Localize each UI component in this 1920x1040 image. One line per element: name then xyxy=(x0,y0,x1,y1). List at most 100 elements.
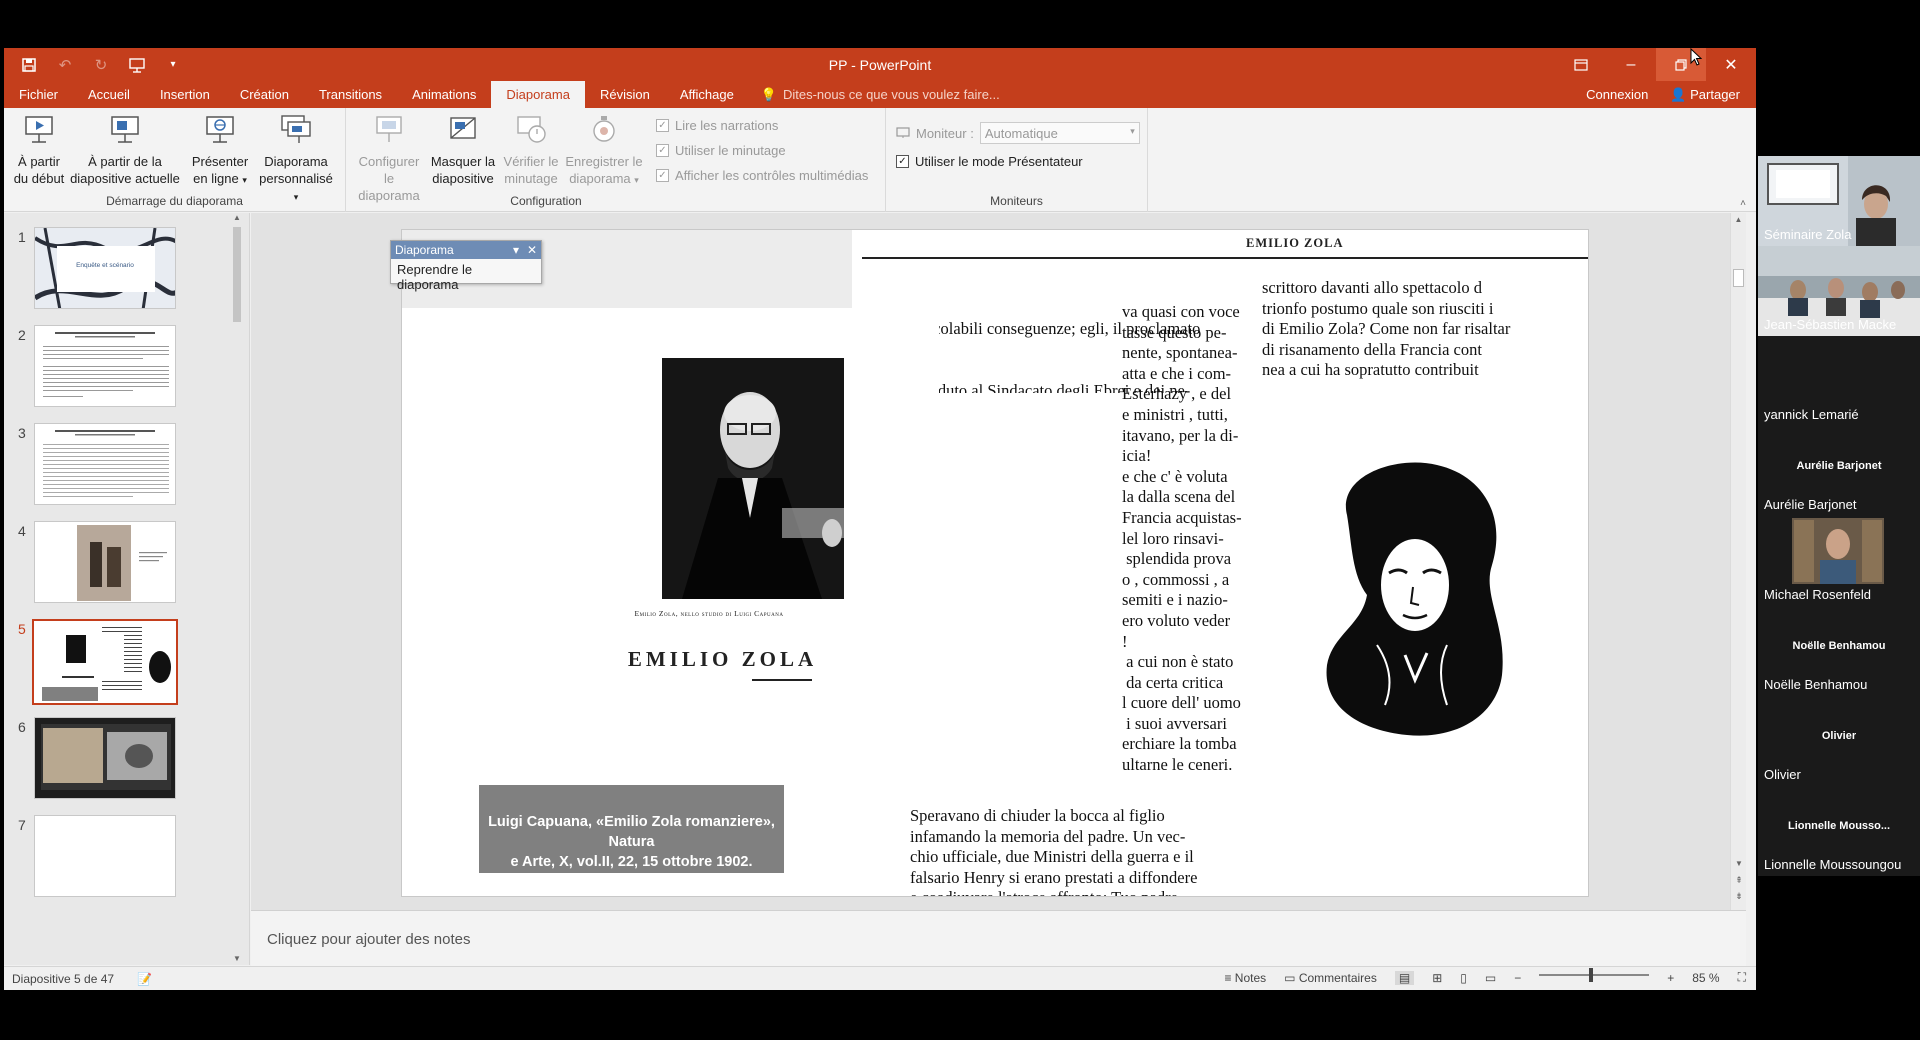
thumbnail-slide-3[interactable] xyxy=(34,423,176,505)
thumbnails-scrollbar[interactable]: ▲ ▼ xyxy=(231,213,243,965)
participant-tile[interactable]: Lionnelle Mousso... Lionnelle Moussoungo… xyxy=(1758,786,1920,876)
zoom-level[interactable]: 85 % xyxy=(1692,971,1719,985)
resume-slideshow-button[interactable]: Reprendre le diaporama xyxy=(391,259,541,295)
participant-tile[interactable]: Michael Rosenfeld xyxy=(1758,516,1920,606)
thumbnail-text-lines xyxy=(43,332,169,397)
play-narrations-checkbox[interactable]: ✓ Lire les narrations xyxy=(656,118,778,133)
setup-slideshow-button[interactable]: Configurer le diaporama xyxy=(352,114,426,204)
close-icon[interactable]: ✕ xyxy=(527,241,537,259)
editor-scrollbar[interactable]: ▲ ▼ ⇞ ⇟ xyxy=(1730,213,1746,910)
tab-diaporama[interactable]: Diaporama xyxy=(491,81,585,108)
show-media-controls-checkbox[interactable]: ✓ Afficher les contrôles multimédias xyxy=(656,168,868,183)
presenter-view-checkbox[interactable]: ✓ Utiliser le mode Présentateur xyxy=(896,154,1083,169)
slide-canvas[interactable]: EMILIO ZOLA calcolabili conseguenze; egl… xyxy=(401,229,1589,897)
fit-slide-icon[interactable]: ⛶ xyxy=(1738,970,1746,985)
participant-placeholder-name: Olivier xyxy=(1821,730,1857,742)
normal-view-icon[interactable]: ▤ xyxy=(1394,970,1415,985)
tab-creation[interactable]: Création xyxy=(225,81,304,108)
comments-toggle[interactable]: ▭ Commentaires xyxy=(1284,971,1377,985)
chevron-down-icon[interactable]: ▾ xyxy=(513,241,519,259)
zoom-in-icon[interactable]: + xyxy=(1667,971,1674,985)
floating-toolbar-header[interactable]: Diaporama ▾ ✕ xyxy=(391,241,541,259)
notes-pane[interactable]: Cliquez pour ajouter des notes xyxy=(251,910,1746,966)
tab-fichier[interactable]: Fichier xyxy=(4,81,73,108)
signin-link[interactable]: Connexion xyxy=(1586,87,1648,102)
tab-insertion[interactable]: Insertion xyxy=(145,81,225,108)
qat-customize-icon[interactable]: ▾ xyxy=(162,54,184,76)
thumbnail-number: 7 xyxy=(18,817,26,833)
use-timings-checkbox[interactable]: ✓ Utiliser le minutage xyxy=(656,143,786,158)
citation-caption-box[interactable]: Luigi Capuana, «Emilio Zola romanziere»,… xyxy=(479,785,784,873)
next-slide-icon[interactable]: ⇟ xyxy=(1731,891,1747,902)
spellcheck-icon[interactable]: 📝 xyxy=(137,972,152,986)
hide-slide-label-1: Masquer la xyxy=(430,154,496,169)
record-slideshow-button[interactable]: Enregistrer le diaporama ▾ xyxy=(564,114,644,189)
text-line: nente, spontanea- xyxy=(1122,343,1238,363)
rehearse-label-2: minutage xyxy=(504,171,558,186)
zoom-slider-thumb[interactable] xyxy=(1589,967,1594,982)
slide-sorter-icon[interactable]: ⊞ xyxy=(1432,971,1442,985)
share-button[interactable]: 👤 Partager xyxy=(1670,87,1740,103)
scroll-down-icon[interactable]: ▼ xyxy=(1731,859,1747,868)
participant-tile[interactable]: Jean-Sébastien Macke xyxy=(1758,246,1920,336)
participant-tile[interactable]: Olivier Olivier xyxy=(1758,696,1920,786)
participant-tile[interactable]: Aurélie Barjonet Aurélie Barjonet xyxy=(1758,426,1920,516)
save-icon[interactable] xyxy=(18,54,40,76)
previous-slide-icon[interactable]: ⇞ xyxy=(1731,875,1747,886)
hide-slide-label-2: diapositive xyxy=(432,171,494,186)
tab-affichage[interactable]: Affichage xyxy=(665,81,749,108)
tell-me-box[interactable]: 💡 Dites-nous ce que vous voulez faire... xyxy=(749,81,1000,108)
thumbnail-slide-4[interactable] xyxy=(34,521,176,603)
rehearse-timings-button[interactable]: Vérifier le minutage xyxy=(498,114,564,187)
thumbnail-slide-6[interactable] xyxy=(34,717,176,799)
column-a-bottom: Speravano di chiuder la bocca al figlio i… xyxy=(910,806,1198,896)
custom-show-button[interactable]: Diaporama personnalisé ▾ xyxy=(256,114,336,206)
undo-icon[interactable]: ↶ xyxy=(54,54,76,76)
thumbnail-slide-5[interactable] xyxy=(32,619,178,705)
slideshow-view-icon[interactable]: ▭ xyxy=(1485,971,1496,985)
from-beginning-button[interactable]: À partir du début xyxy=(8,114,70,187)
thumbnail-slide-7[interactable] xyxy=(34,815,176,897)
scroll-up-icon[interactable]: ▲ xyxy=(231,213,243,222)
ribbon-display-icon[interactable] xyxy=(1556,48,1606,81)
participant-tile[interactable]: yannick Lemarié xyxy=(1758,336,1920,426)
start-from-beginning-icon[interactable] xyxy=(126,54,148,76)
text-line: atta e che i com- xyxy=(1122,363,1232,383)
tab-transitions[interactable]: Transitions xyxy=(304,81,397,108)
scrollbar-thumb[interactable] xyxy=(1733,269,1744,287)
notes-toggle[interactable]: ≡ Notes xyxy=(1224,971,1266,985)
redo-icon[interactable]: ↻ xyxy=(90,54,112,76)
reading-view-icon[interactable]: ▯ xyxy=(1460,971,1467,985)
custom-show-label-2: personnalisé xyxy=(259,171,333,186)
scroll-up-icon[interactable]: ▲ xyxy=(1731,215,1746,224)
from-beginning-icon xyxy=(25,116,53,143)
scrollbar-thumb[interactable] xyxy=(233,227,241,322)
thumbnail-slide-2[interactable] xyxy=(34,325,176,407)
from-current-button[interactable]: À partir de la diapositive actuelle xyxy=(66,114,184,187)
close-icon[interactable]: ✕ xyxy=(1706,48,1756,81)
present-online-button[interactable]: Présenter en ligne ▾ xyxy=(190,114,250,189)
minimize-icon[interactable]: – xyxy=(1606,48,1656,81)
text-line: ! xyxy=(1122,631,1128,651)
hide-slide-button[interactable]: Masquer la diapositive xyxy=(428,114,498,187)
participant-tile[interactable]: Séminaire Zola xyxy=(1758,156,1920,246)
text-line: falsario Henry si erano prestati a diffo… xyxy=(910,867,1198,887)
participant-name: Noëlle Benhamou xyxy=(1764,677,1868,692)
zoom-out-icon[interactable]: − xyxy=(1514,971,1521,985)
floating-diaporama-toolbar[interactable]: Diaporama ▾ ✕ Reprendre le diaporama xyxy=(390,240,542,292)
text-line: Speravano di chiuder la bocca al figlio xyxy=(910,806,1165,825)
text-line: va quasi con voce xyxy=(1122,302,1240,321)
monitor-select[interactable]: Automatique ▾ xyxy=(979,122,1140,144)
tab-revision[interactable]: Révision xyxy=(585,81,665,108)
scroll-down-icon[interactable]: ▼ xyxy=(231,954,243,963)
tab-animations[interactable]: Animations xyxy=(397,81,491,108)
zola-portrait-image xyxy=(662,358,844,599)
mouse-cursor-icon xyxy=(1690,47,1703,69)
tab-accueil[interactable]: Accueil xyxy=(73,81,145,108)
zoom-slider[interactable] xyxy=(1539,967,1650,982)
ribbon-tabs: Fichier Accueil Insertion Création Trans… xyxy=(4,81,1756,108)
collapse-ribbon-icon[interactable]: ˄ xyxy=(1740,198,1746,209)
participant-tile[interactable]: Noëlle Benhamou Noëlle Benhamou xyxy=(1758,606,1920,696)
thumbnail-slide-1[interactable]: Enquête et scénario xyxy=(34,227,176,309)
text-line: o , commossi , a xyxy=(1122,569,1230,589)
